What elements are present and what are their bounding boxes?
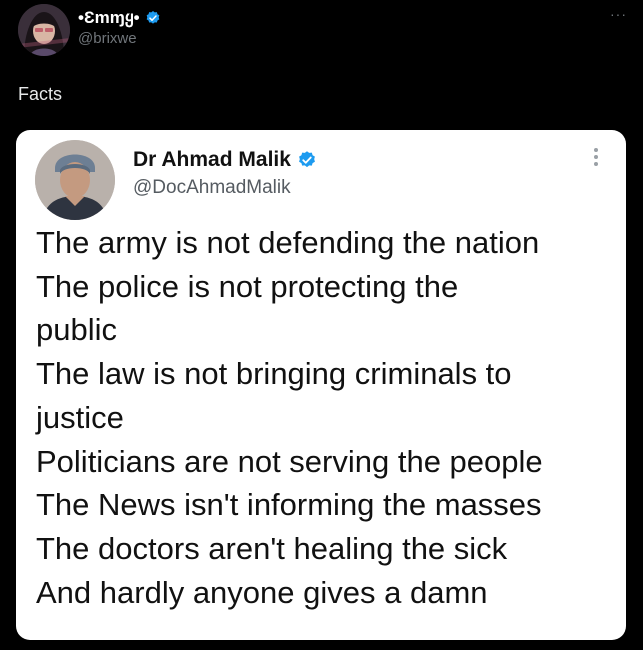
quoted-author-avatar [35,140,115,220]
more-vertical-icon [592,148,600,166]
quoted-text-line: The army is not defending the nation [36,225,540,260]
quoted-text-line: justice [36,399,124,435]
quoted-author-handle: @DocAhmadMalik [133,177,291,198]
avatar-icon [18,4,70,56]
author-handle[interactable]: @brixwe [78,30,137,47]
tweet: •Ɛmɱყ• @brixwe ··· Facts Dr Ahmad Malik [0,0,643,650]
quoted-text-line: The News isn't informing the masses [36,487,542,523]
quoted-tweet-text: The army is not defending the nation The… [36,221,616,614]
quoted-author-display-name: Dr Ahmad Malik [133,148,291,171]
quoted-text-line: The police is not protecting the [36,268,459,304]
author-display-name[interactable]: •Ɛmɱყ• [78,8,140,28]
quoted-verified-badge-icon [297,150,317,170]
quoted-text-line: Politicians are not serving the people [36,443,543,479]
quoted-text-line: And hardly anyone gives a damn [36,574,488,610]
quoted-tweet-image[interactable]: Dr Ahmad Malik @DocAhmadMalik The army i… [16,130,626,640]
quoted-text-line: public [36,312,117,348]
quoted-avatar-photo [35,140,115,220]
author-avatar[interactable] [18,4,70,56]
more-horizontal-icon[interactable]: ··· [610,6,627,22]
author-name-row[interactable]: •Ɛmɱყ• [78,8,161,28]
quoted-text-line: The law is not bringing criminals to [36,356,512,392]
verified-badge-icon [145,10,161,26]
tweet-text: Facts [18,84,63,104]
quoted-author-name-row: Dr Ahmad Malik [133,148,317,172]
quoted-text-line: The doctors aren't healing the sick [36,530,508,566]
